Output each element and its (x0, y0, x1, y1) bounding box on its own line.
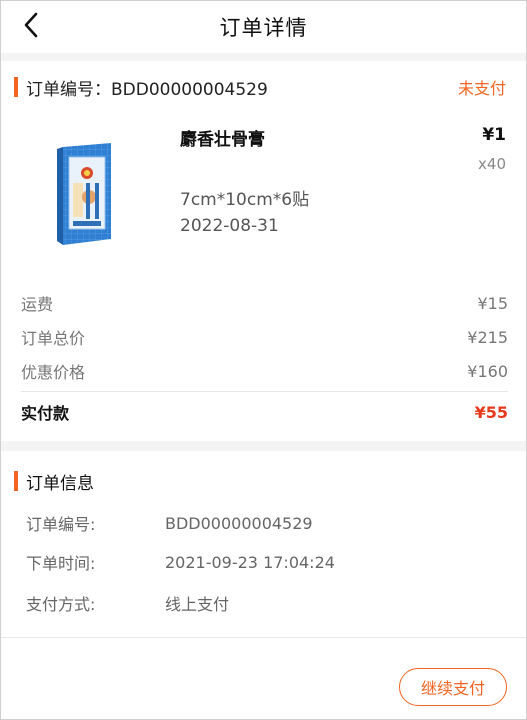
cost-value: ¥215 (467, 327, 508, 347)
order-info-header: 订单信息 (1, 463, 526, 499)
chevron-left-icon (23, 12, 39, 42)
order-info-title: 订单信息 (26, 473, 94, 494)
info-label: 支付方式: (26, 595, 96, 614)
order-number-bar: 订单编号：BDD00000004529 未支付 (1, 61, 526, 113)
product-price: ¥1 (482, 125, 506, 145)
top-bar: 订单详情 (1, 1, 526, 53)
paid-label: 实付款 (21, 404, 70, 423)
back-button[interactable] (15, 11, 47, 43)
page-title: 订单详情 (219, 16, 308, 40)
amount-paid-row: 实付款 ¥55 (21, 399, 508, 425)
app-frame: 订单详情 订单编号：BDD00000004529 未支付 麝香壮骨膏 ¥1 x4… (0, 0, 527, 720)
info-label: 订单编号: (26, 515, 96, 534)
cost-label: 优惠价格 (21, 363, 86, 382)
product-spec: 7cm*10cm*6贴 (180, 190, 310, 210)
info-value: 2021-09-23 17:04:24 (165, 552, 335, 572)
cost-value: ¥160 (467, 361, 508, 381)
product-box-image (53, 143, 117, 247)
continue-pay-button[interactable]: 继续支付 (399, 668, 507, 706)
paid-value: ¥55 (474, 402, 508, 422)
info-row-order-time: 下单时间: 2021-09-23 17:04:24 (26, 549, 506, 575)
cost-value: ¥15 (477, 293, 508, 313)
section-spacer (1, 53, 526, 61)
order-number-text: 订单编号：BDD00000004529 (26, 79, 268, 100)
product-quantity: x40 (478, 155, 506, 173)
section-spacer (1, 441, 526, 451)
product-name: 麝香壮骨膏 (180, 130, 265, 150)
discount-row: 优惠价格 ¥160 (21, 358, 508, 384)
shipping-fee-row: 运费 ¥15 (21, 290, 508, 316)
order-total-row: 订单总价 ¥215 (21, 324, 508, 350)
info-label: 下单时间: (26, 554, 96, 573)
info-value: 线上支付 (165, 595, 230, 614)
info-value: BDD00000004529 (165, 513, 313, 533)
order-status-badge: 未支付 (457, 79, 506, 98)
info-row-payment-method: 支付方式: 线上支付 (26, 590, 506, 616)
cost-label: 运费 (21, 295, 54, 314)
section-accent-bar (14, 471, 18, 491)
divider (21, 391, 508, 392)
product-date: 2022-08-31 (180, 216, 279, 236)
product-item[interactable]: 麝香壮骨膏 ¥1 x40 7cm*10cm*6贴 2022-08-31 (1, 113, 526, 273)
section-accent-bar (14, 77, 18, 97)
info-row-order-number: 订单编号: BDD00000004529 (26, 510, 506, 536)
bottom-divider (1, 637, 526, 638)
cost-label: 订单总价 (21, 329, 86, 348)
